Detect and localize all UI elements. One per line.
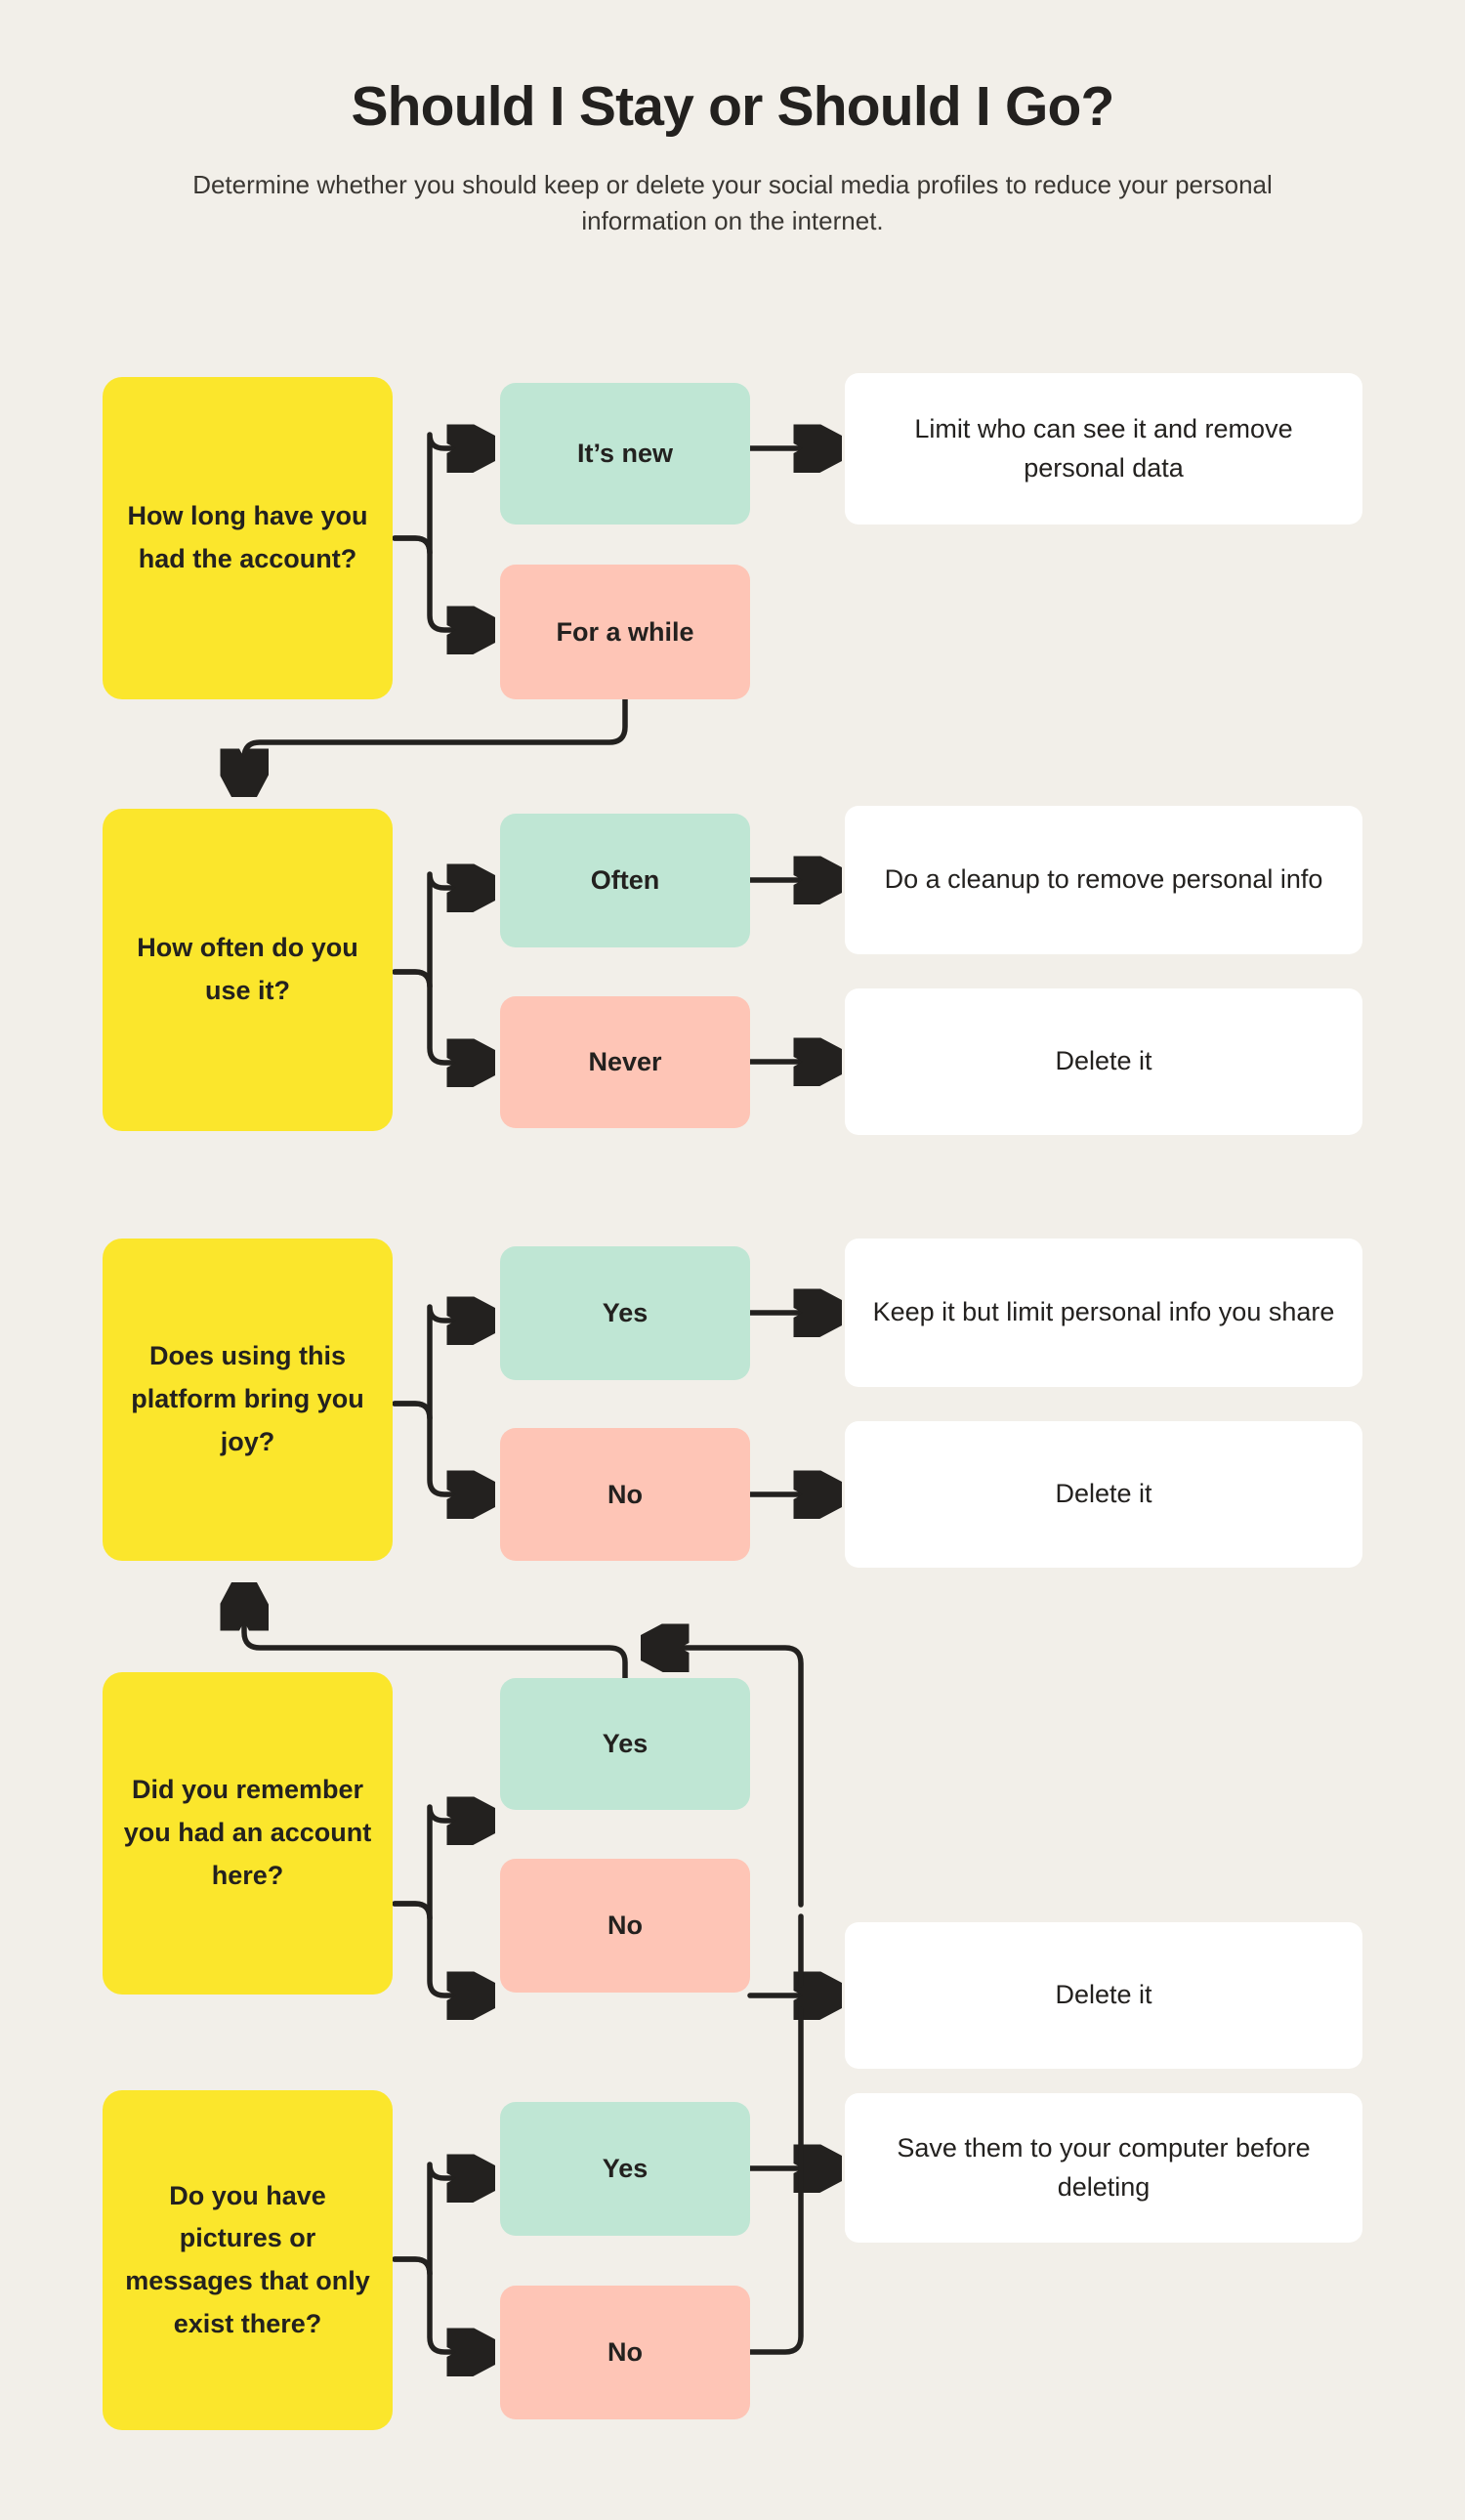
- infographic-canvas: Should I Stay or Should I Go? Determine …: [0, 0, 1465, 2520]
- outcome-box[interactable]: Delete it: [845, 988, 1362, 1135]
- question-box[interactable]: Does using this platform bring you joy?: [103, 1239, 393, 1561]
- header: Should I Stay or Should I Go? Determine …: [0, 0, 1465, 239]
- answer-label: No: [607, 1911, 643, 1940]
- wire-split-4: [392, 1807, 485, 1921]
- wire-loop-1: [244, 696, 628, 787]
- wire-split-3b: [392, 1401, 485, 1494]
- question-box[interactable]: Did you remember you had an account here…: [103, 1672, 393, 1995]
- outcome-label: Delete it: [1055, 1980, 1152, 2010]
- wire-split-1b: [392, 535, 485, 630]
- outcome-label: Limit who can see it and remove personal…: [914, 414, 1293, 483]
- answer-label: No: [607, 1479, 643, 1509]
- answer-box-negative[interactable]: No: [500, 1428, 750, 1561]
- outcome-box[interactable]: Limit who can see it and remove personal…: [845, 373, 1362, 525]
- outcome-label: Save them to your computer before deleti…: [897, 2133, 1311, 2202]
- answer-box-positive[interactable]: Yes: [500, 1678, 750, 1810]
- answer-label: For a while: [556, 616, 694, 647]
- outcome-box[interactable]: Save them to your computer before deleti…: [845, 2093, 1362, 2243]
- outcome-box[interactable]: Keep it but limit personal info you shar…: [845, 1239, 1362, 1387]
- answer-box-positive[interactable]: It’s new: [500, 383, 750, 525]
- wire-split-1: [392, 435, 485, 556]
- wire-split-2: [392, 874, 485, 989]
- answer-box-positive[interactable]: Yes: [500, 1246, 750, 1380]
- question-box[interactable]: Do you have pictures or messages that on…: [103, 2090, 393, 2430]
- answer-box-positive[interactable]: Often: [500, 814, 750, 947]
- question-label: Do you have pictures or messages that on…: [125, 2180, 370, 2338]
- answer-box-negative[interactable]: For a while: [500, 565, 750, 699]
- question-label: How long have you had the account?: [127, 501, 368, 573]
- answer-label: No: [607, 2337, 643, 2367]
- outcome-label: Keep it but limit personal info you shar…: [872, 1297, 1335, 1327]
- page-subtitle: Determine whether you should keep or del…: [192, 169, 1273, 235]
- outcome-label: Delete it: [1055, 1479, 1152, 1509]
- answer-label: Yes: [602, 1729, 649, 1758]
- wire-feedback-up: [244, 1592, 628, 1681]
- wire-no-spine: [747, 2006, 804, 2355]
- question-label: How often do you use it?: [137, 933, 358, 1005]
- outcome-box[interactable]: Delete it: [845, 1421, 1362, 1568]
- outcome-label: Delete it: [1055, 1046, 1152, 1076]
- answer-label: Often: [590, 865, 660, 895]
- answer-box-negative[interactable]: No: [500, 2286, 750, 2419]
- answer-label: Yes: [602, 2154, 649, 2183]
- answer-box-negative[interactable]: Never: [500, 996, 750, 1128]
- outcome-label: Do a cleanup to remove personal info: [884, 864, 1323, 895]
- answer-box-negative[interactable]: No: [500, 1859, 750, 1993]
- answer-label: Yes: [602, 1298, 649, 1327]
- answer-box-positive[interactable]: Yes: [500, 2102, 750, 2236]
- question-label: Does using this platform bring you joy?: [131, 1341, 364, 1456]
- wire-split-4b: [392, 1901, 485, 1995]
- question-label: Did you remember you had an account here…: [123, 1775, 372, 1890]
- question-box[interactable]: How often do you use it?: [103, 809, 393, 1131]
- question-box[interactable]: How long have you had the account?: [103, 377, 393, 699]
- answer-label: Never: [588, 1047, 662, 1076]
- wire-split-3: [392, 1307, 485, 1421]
- wire-split-5b: [392, 2256, 485, 2352]
- wire-split-5: [392, 2164, 485, 2277]
- wire-split-2b: [392, 969, 485, 1063]
- outcome-box[interactable]: Do a cleanup to remove personal info: [845, 806, 1362, 954]
- outcome-box[interactable]: Delete it: [845, 1922, 1362, 2069]
- page-title: Should I Stay or Should I Go?: [351, 75, 1114, 138]
- answer-label: It’s new: [576, 439, 674, 468]
